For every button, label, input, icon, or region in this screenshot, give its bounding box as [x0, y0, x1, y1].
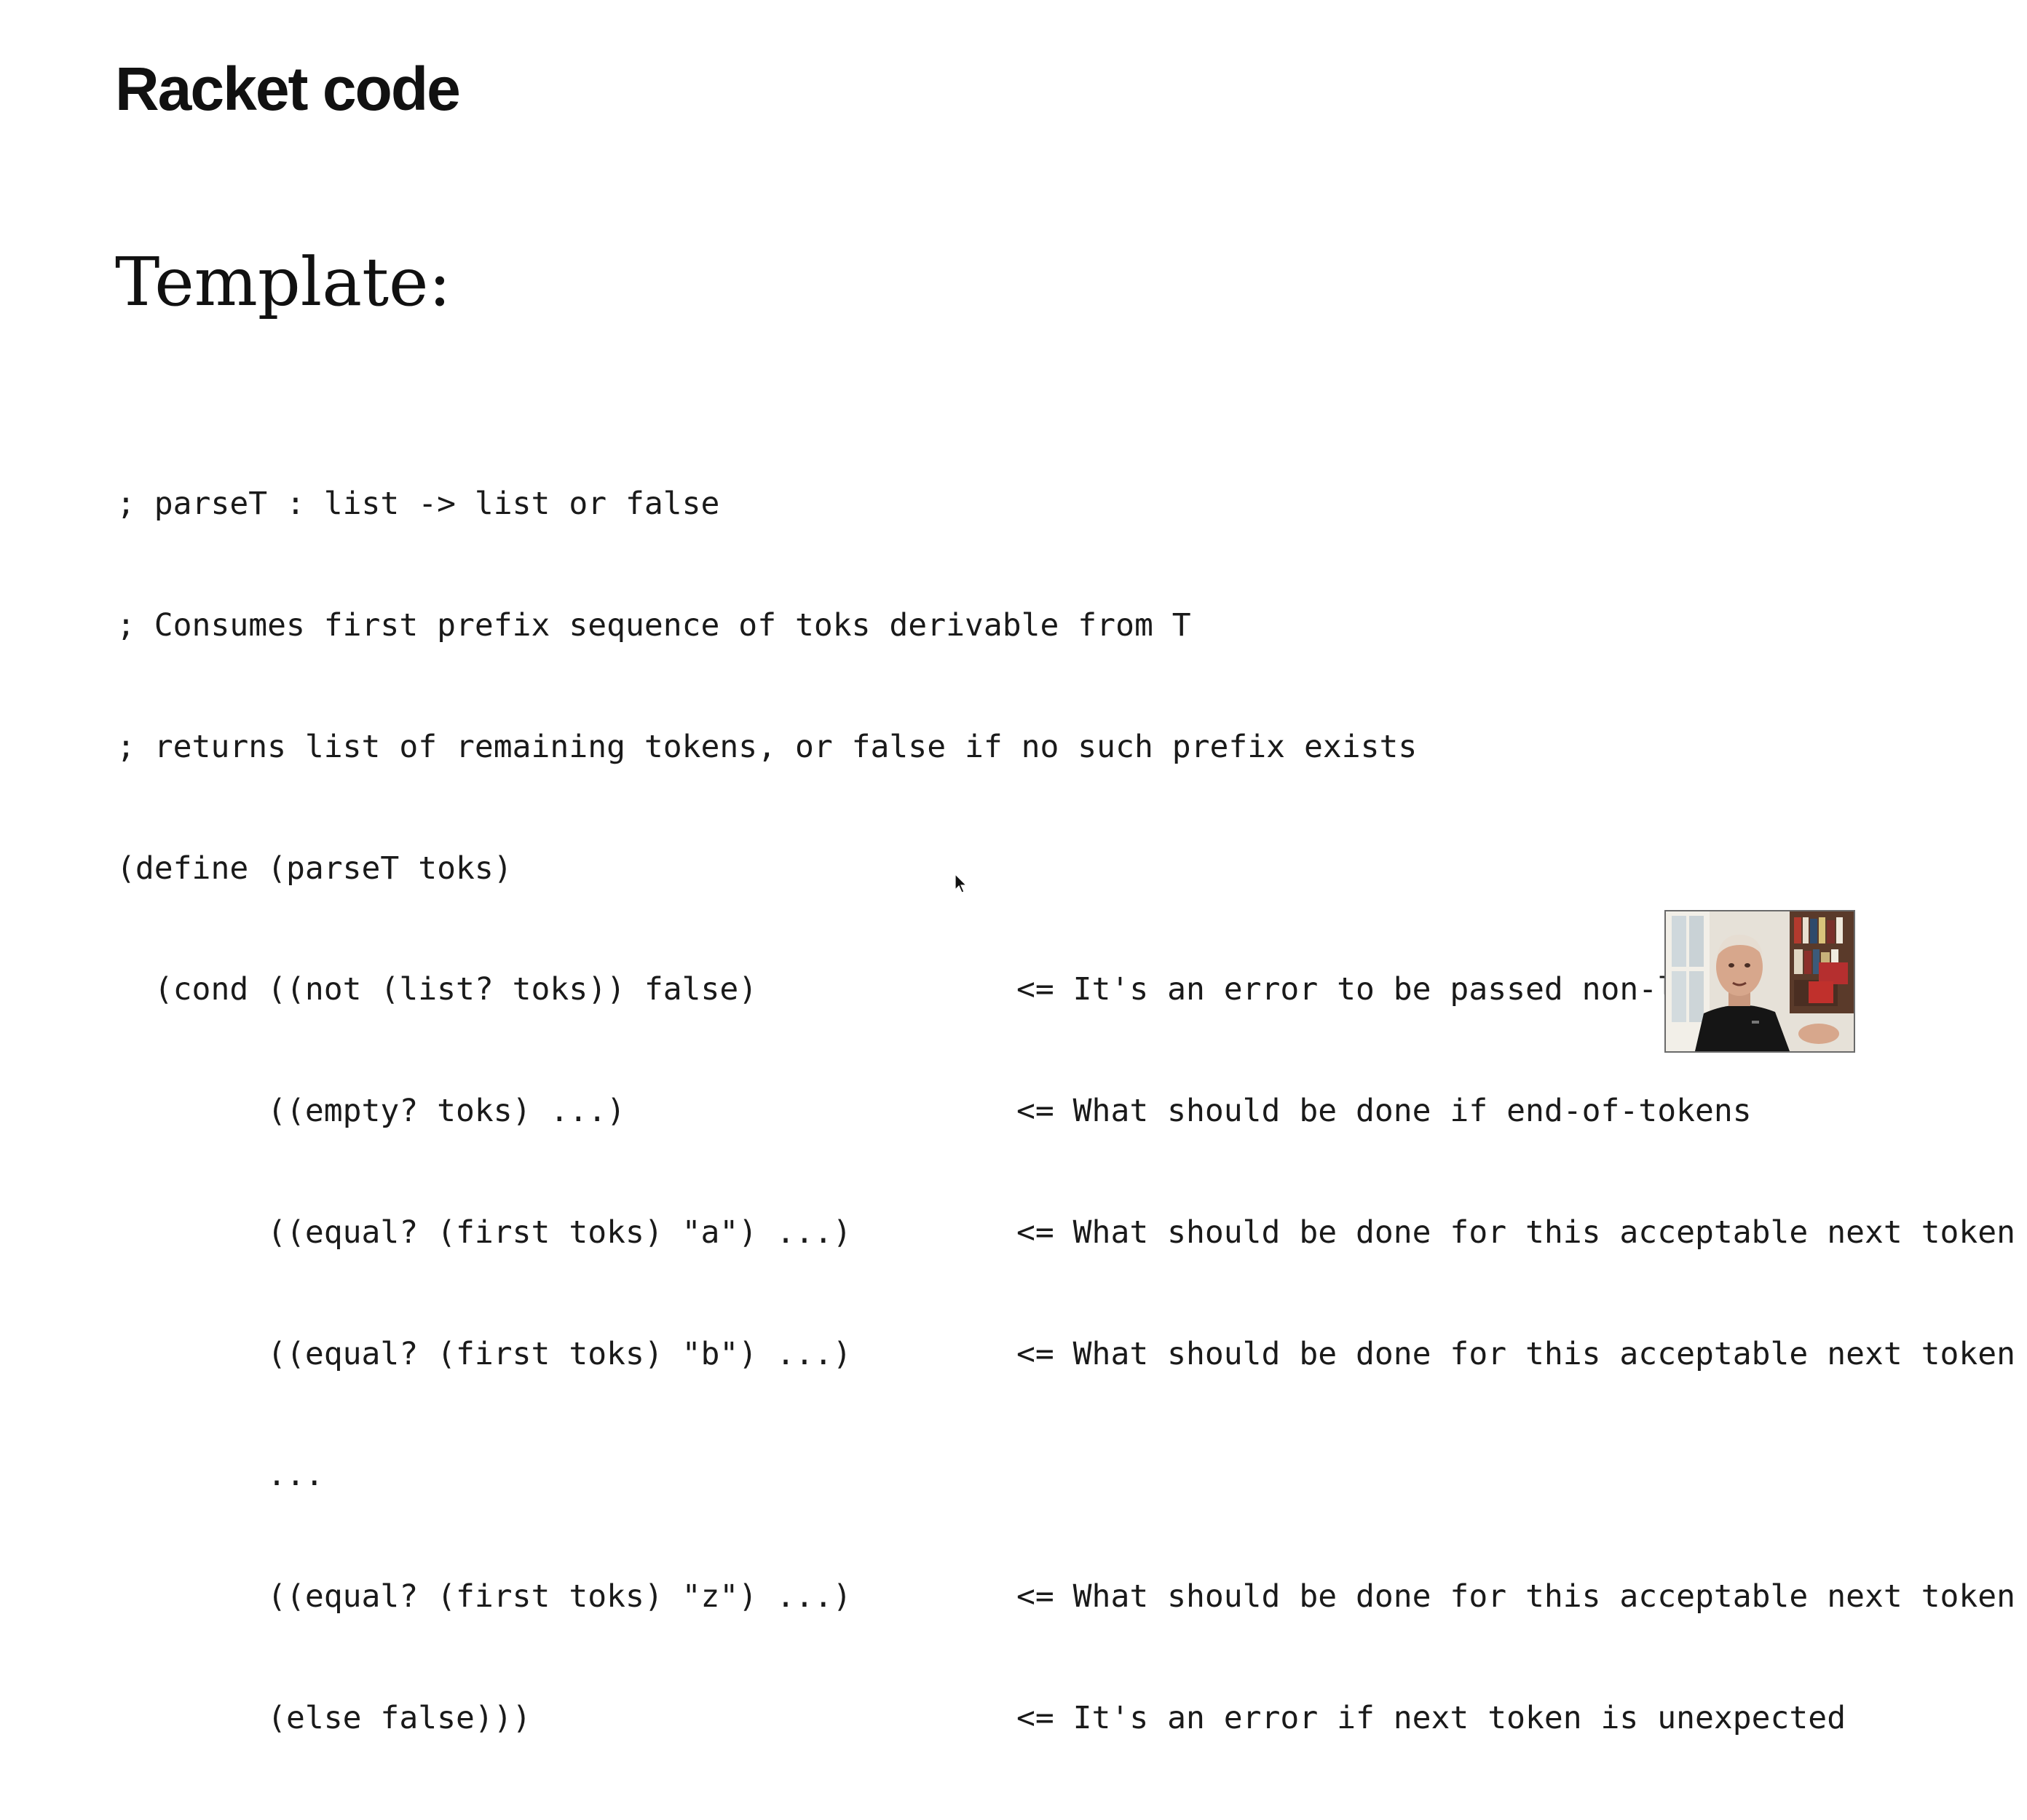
- code-text: ((empty? toks) ...): [116, 1093, 625, 1130]
- code-line: ; returns list of remaining tokens, or f…: [116, 727, 1417, 768]
- code-annotation: <= It's an error to be passed non-list: [1016, 971, 1733, 1008]
- mouse-pointer-icon: [955, 874, 968, 893]
- slide-title: Racket code: [115, 55, 461, 123]
- code-text: ; parseT : list -> list or false: [116, 486, 720, 523]
- code-line: ; parseT : list -> list or false: [116, 484, 1417, 525]
- code-line: ((empty? toks) ...) <= What should be don…: [116, 1091, 1752, 1132]
- code-line: ; Consumes first prefix sequence of toks…: [116, 606, 1417, 646]
- code-text: ((equal? (first toks) "b") ...): [116, 1335, 852, 1372]
- webcam-image: [1666, 911, 1854, 1051]
- code-text: (define (parseT toks): [116, 850, 513, 887]
- code-line: (cond ((not (list? toks)) false) <= It's …: [116, 970, 1733, 1010]
- code-line: ((equal? (first toks) "z") ...) <= What s…: [116, 1577, 2015, 1618]
- code-line: (else false))) <= It's an error if next t…: [116, 1698, 1846, 1739]
- code-text: (else false))): [116, 1700, 532, 1736]
- code-annotation: <= What should be done for this acceptab…: [1016, 1214, 2016, 1251]
- code-annotation: <= What should be done for this acceptab…: [1016, 1578, 2016, 1615]
- code-text: ...: [116, 1457, 324, 1494]
- code-text: ; returns list of remaining tokens, or f…: [116, 728, 1418, 765]
- presenter-webcam: [1664, 910, 1855, 1053]
- code-text: ((equal? (first toks) "a") ...): [116, 1214, 852, 1251]
- code-text: ; Consumes first prefix sequence of toks…: [116, 606, 1191, 644]
- code-line: ((equal? (first toks) "b") ...) <= What s…: [116, 1334, 2015, 1375]
- code-line: ((equal? (first toks) "a") ...) <= What s…: [116, 1213, 2015, 1254]
- code-annotation: <= What should be done for this acceptab…: [1016, 1335, 2016, 1372]
- code-text: ((equal? (first toks) "z") ...): [116, 1578, 852, 1615]
- code-line: (define (parseT toks): [116, 849, 1417, 890]
- code-text: (cond ((not (list? toks)) false): [116, 971, 758, 1008]
- code-line: ...: [116, 1455, 1417, 1496]
- code-annotation: <= It's an error if next token is unexpe…: [1016, 1700, 1846, 1736]
- template-heading: Template:: [115, 243, 451, 321]
- slide: Racket code Template: ; parseT : list ->…: [0, 0, 2027, 1736]
- code-block: ; parseT : list -> list or false ; Consu…: [116, 403, 2015, 1820]
- code-annotation: <= What should be done if end-of-tokens: [1016, 1093, 1752, 1130]
